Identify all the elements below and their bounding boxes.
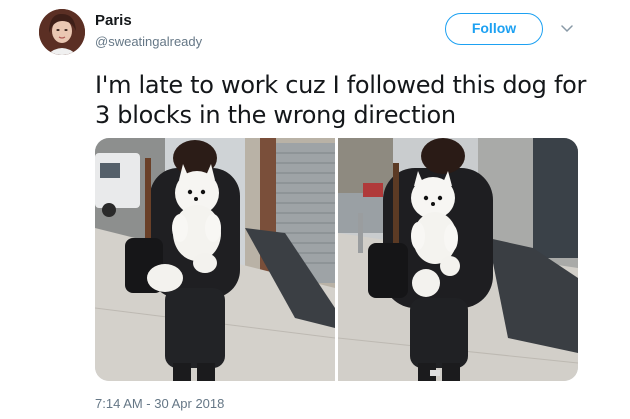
tweet-timestamp[interactable]: 7:14 AM - 30 Apr 2018 bbox=[95, 396, 224, 411]
author-name[interactable]: Paris bbox=[95, 12, 132, 29]
chevron-down-icon[interactable] bbox=[561, 25, 573, 33]
tweet-text: I'm late to work cuz I followed this dog… bbox=[95, 71, 587, 129]
dog-backpack-photo-left[interactable] bbox=[95, 138, 335, 381]
dog-backpack-photo-right[interactable] bbox=[338, 138, 578, 381]
tweet-media[interactable] bbox=[95, 138, 578, 381]
author-handle[interactable]: @sweatingalready bbox=[95, 34, 202, 49]
avatar[interactable] bbox=[39, 9, 85, 55]
follow-button[interactable]: Follow bbox=[445, 13, 543, 45]
